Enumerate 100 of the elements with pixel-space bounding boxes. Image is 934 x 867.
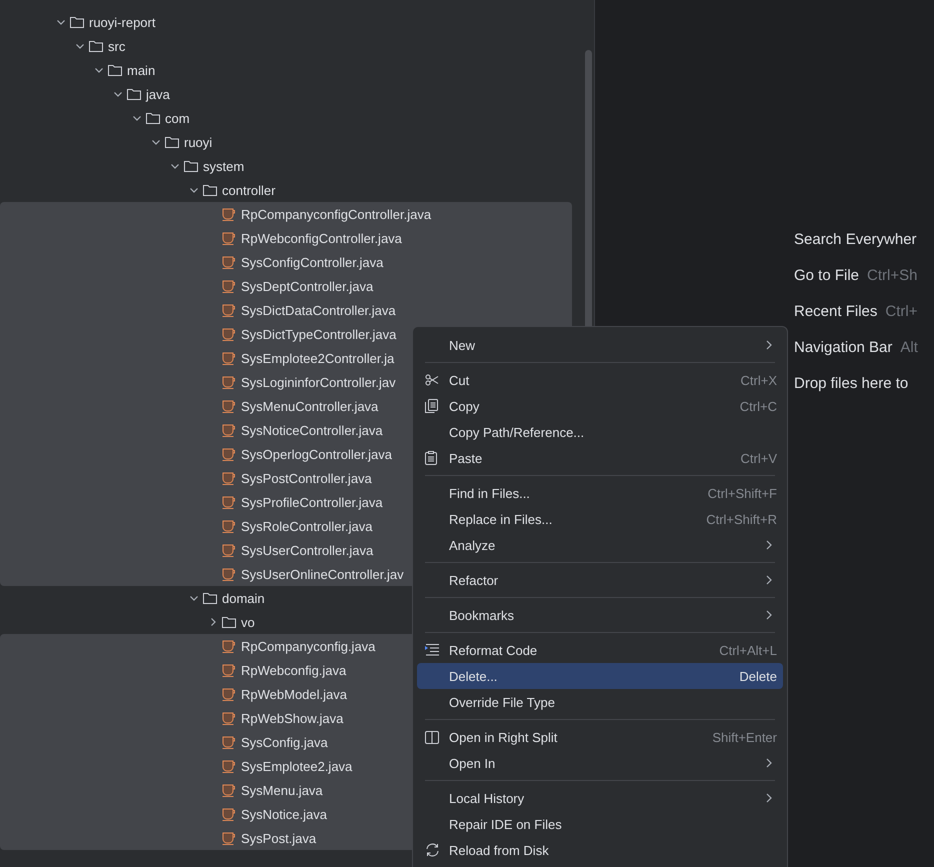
tree-item-label: SysUserOnlineController.jav [241, 566, 404, 582]
chevron-down-icon[interactable] [189, 593, 199, 603]
tree-row[interactable]: controller [0, 178, 572, 202]
copy-icon [425, 399, 438, 413]
tree-row[interactable]: main [0, 58, 572, 82]
tree-row[interactable]: system [0, 154, 572, 178]
coffee-cup-icon [222, 736, 236, 748]
reload-icon [425, 843, 440, 857]
tree-row[interactable]: SysConfigController.java [0, 250, 572, 274]
tree-row[interactable]: RpWebconfigController.java [0, 226, 572, 250]
folder-icon [203, 592, 217, 604]
coffee-cup-icon [222, 400, 236, 412]
tree-item-label: SysPost.java [241, 830, 316, 846]
indent-lines-icon [425, 644, 439, 656]
coffee-cup-icon [222, 208, 236, 220]
tree-item-label: SysMenuController.java [241, 398, 378, 414]
coffee-cup-icon [222, 328, 236, 340]
tree-item-label: SysOperlogController.java [241, 446, 392, 462]
chevron-down-icon[interactable] [132, 113, 142, 123]
tree-item-label: RpWebShow.java [241, 710, 344, 726]
coffee-cup-icon [222, 376, 236, 388]
scissors-icon [425, 374, 439, 386]
shortcut-label: Delete [739, 668, 777, 684]
chevron-down-icon[interactable] [113, 89, 123, 99]
folder-icon [222, 616, 236, 628]
coffee-cup-icon [222, 520, 236, 532]
tree-item-label: SysDictDataController.java [241, 302, 396, 318]
coffee-cup-icon [222, 640, 236, 652]
tree-item-label: RpWebconfig.java [241, 662, 346, 678]
hint-action: Recent Files [794, 302, 878, 320]
tree-item-label: RpCompanyconfig.java [241, 638, 376, 654]
coffee-cup-icon [222, 688, 236, 700]
tree-item-label: SysNotice.java [241, 806, 327, 822]
coffee-cup-icon [222, 280, 236, 292]
tree-row[interactable]: ruoyi [0, 130, 572, 154]
hint-shortcut: Ctrl+ [885, 302, 918, 320]
tree-item-label: src [108, 38, 126, 54]
chevron-down-icon[interactable] [189, 185, 199, 195]
tree-item-label: system [203, 158, 244, 174]
tree-row[interactable]: src [0, 34, 572, 58]
tree-row[interactable]: java [0, 82, 572, 106]
shortcut-label: Ctrl+Shift+R [706, 512, 777, 526]
shortcut-label: Ctrl+V [740, 450, 777, 466]
tree-item-label: SysRoleController.java [241, 518, 373, 534]
hint-action: Go to File [794, 266, 860, 284]
chevron-down-icon[interactable] [94, 65, 104, 75]
menu-item[interactable]: Delete... Delete [417, 663, 783, 689]
folder-icon [108, 64, 122, 76]
coffee-cup-icon [222, 424, 236, 436]
coffee-cup-icon [222, 760, 236, 772]
coffee-cup-icon [222, 304, 236, 316]
hint-action: Search Everywher [794, 230, 917, 248]
tree-item-label: SysProfileController.java [241, 494, 383, 510]
tree-item-label: com [165, 110, 190, 126]
hint-shortcut: Ctrl+Sh [867, 266, 918, 284]
shortcut-label: Ctrl+C [740, 398, 777, 414]
tree-item-label: RpWebModel.java [241, 686, 347, 702]
tree-item-label: SysNoticeController.java [241, 422, 383, 438]
chevron-down-icon[interactable] [75, 41, 85, 51]
tree-row[interactable]: ruoyi-report [0, 10, 572, 34]
tree-item-label: SysConfigController.java [241, 254, 384, 270]
coffee-cup-icon [222, 832, 236, 844]
coffee-cup-icon [222, 256, 236, 268]
coffee-cup-icon [222, 664, 236, 676]
tree-item-label: SysEmplotee2.java [241, 758, 352, 774]
chevron-down-icon[interactable] [170, 161, 180, 171]
folder-icon [146, 112, 160, 124]
tree-item-label: ruoyi-report [89, 14, 156, 30]
shortcut-label: Ctrl+Shift+F [708, 486, 777, 500]
coffee-cup-icon [222, 568, 236, 580]
tree-item-label: ruoyi [184, 134, 212, 150]
tree-item-label: RpCompanyconfigController.java [241, 206, 432, 222]
tree-row[interactable]: RpCompanyconfigController.java [0, 202, 572, 226]
clipboard-icon [425, 451, 437, 465]
chevron-right-icon[interactable] [208, 617, 218, 627]
folder-icon [70, 16, 84, 28]
tree-item-label: controller [222, 182, 276, 198]
chevron-down-icon[interactable] [56, 17, 66, 27]
folder-icon [127, 88, 141, 100]
hint-action: Drop files here to [794, 374, 908, 392]
tree-item-label: SysPostController.java [241, 470, 372, 486]
tree-row[interactable]: SysDeptController.java [0, 274, 572, 298]
tree-item-label: RpWebconfigController.java [241, 230, 402, 246]
folder-icon [89, 40, 103, 52]
coffee-cup-icon [222, 784, 236, 796]
coffee-cup-icon [222, 496, 236, 508]
shortcut-label: Shift+Enter [712, 730, 777, 744]
shortcut-label: Ctrl+X [740, 372, 777, 388]
tree-row[interactable]: SysDictDataController.java [0, 298, 572, 322]
chevron-down-icon[interactable] [151, 137, 161, 147]
hint-shortcut: Alt [900, 338, 918, 356]
tree-item-label: SysDeptController.java [241, 278, 374, 294]
tree-item-label: vo [241, 614, 255, 630]
tree-row[interactable]: com [0, 106, 572, 130]
folder-icon [203, 184, 217, 196]
split-view-icon [425, 730, 439, 744]
folder-icon [184, 160, 198, 172]
coffee-cup-icon [222, 352, 236, 364]
tree-item-label: SysUserController.java [241, 542, 374, 558]
tree-item-label: SysEmplotee2Controller.ja [241, 350, 394, 366]
